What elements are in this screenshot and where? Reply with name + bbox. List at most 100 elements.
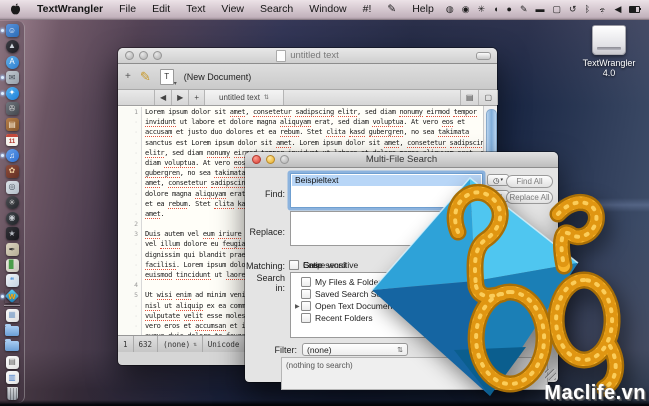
checkbox[interactable] [289, 260, 299, 270]
language-popup[interactable]: (none) ⇅ [158, 336, 203, 352]
checkbox-grep[interactable]: Grep [289, 260, 322, 270]
dock-item-installer-doc[interactable]: ▤ [2, 355, 22, 369]
dock-item-finder[interactable]: ☺ [1, 24, 22, 38]
editor-line-text: accusam et justo duo dolores et ea rebum… [145, 128, 469, 138]
close-button[interactable] [125, 51, 134, 60]
editor-line-text: sanctus est Lorem ipsum dolor sit amet. … [145, 138, 489, 148]
dock-item-image-file[interactable]: ▦ [2, 308, 22, 322]
menu-extra-6-icon[interactable]: ✎ [516, 0, 532, 19]
running-indicator [1, 29, 4, 33]
apple-menu[interactable] [0, 3, 29, 16]
editor-titlebar[interactable]: untitled text [118, 48, 497, 64]
dock-item-documents-folder[interactable] [2, 323, 22, 338]
zoom-button[interactable] [280, 155, 289, 164]
menu-extra-3-icon[interactable]: ✳ [474, 0, 490, 19]
editor-line-text [142, 280, 145, 290]
dock-item-messages[interactable]: ❝ [2, 274, 22, 288]
menu-clock[interactable]: Mi. 10:35 [644, 0, 649, 21]
volume-icon[interactable]: ◀ [611, 0, 626, 19]
editor-line[interactable]: · accusam et justo duo dolores et ea rebu… [118, 127, 484, 138]
toolbar-toggle-button[interactable] [476, 52, 491, 60]
search-titlebar[interactable]: Multi-File Search [245, 152, 558, 168]
line-number: · [118, 168, 142, 179]
counterpart-button[interactable]: ▢ [478, 90, 498, 105]
menu-help[interactable]: Help [404, 0, 442, 19]
menu-view[interactable]: View [213, 0, 252, 19]
dock-item-readme-doc[interactable]: ▥ [2, 371, 22, 385]
menu-file[interactable]: File [111, 0, 144, 19]
dock-item-trash[interactable] [2, 386, 22, 401]
dvd-player-icon: ◉ [5, 211, 19, 225]
document-proxy-icon[interactable] [276, 49, 287, 62]
editor-line[interactable]: · invidunt ut labore et dolore magna aliq… [118, 117, 484, 128]
menu-window[interactable]: Window [301, 0, 354, 19]
checkbox[interactable] [301, 301, 311, 311]
checkbox[interactable] [301, 289, 311, 299]
dock-item-imovie[interactable]: ★ [2, 227, 22, 241]
image-file-icon: ▦ [5, 308, 19, 322]
document-proxy-button[interactable]: T ▾ [159, 68, 177, 87]
time-machine-icon[interactable]: ↺ [565, 0, 581, 19]
new-tab-button[interactable]: + [188, 90, 205, 105]
checkbox[interactable] [301, 313, 311, 323]
disclosure-triangle-icon[interactable]: ▶ [295, 303, 300, 310]
menu-edit[interactable]: Edit [144, 0, 178, 19]
menu-shebang[interactable]: #! [355, 0, 380, 19]
display-icon[interactable]: ▬ [532, 0, 549, 19]
dock-item-numbers[interactable]: ▊ [2, 258, 22, 272]
dock-item-downloads-folder[interactable] [2, 339, 22, 354]
tab-stepper-icon[interactable]: ⇅ [264, 94, 269, 101]
line-number: 1 [118, 107, 142, 118]
language-stepper-icon: ⇅ [193, 340, 197, 348]
minimize-button[interactable] [139, 51, 148, 60]
forward-button[interactable]: ▶ [171, 90, 190, 105]
zoom-button[interactable] [153, 51, 162, 60]
tab-untitled-text[interactable]: untitled text ⇅ [203, 90, 284, 105]
close-button[interactable] [252, 155, 261, 164]
line-number: · [118, 310, 142, 321]
wifi-icon[interactable] [597, 5, 607, 14]
editor-line[interactable]: · sanctus est Lorem ipsum dolor sit amet.… [118, 137, 488, 148]
dock-item-mail[interactable]: ✉ [1, 71, 22, 85]
menu-extra-4-icon[interactable]: ◖ [489, 0, 502, 19]
dock-item-iphoto[interactable]: ✿ [2, 164, 22, 179]
back-button[interactable]: ◀ [154, 90, 173, 105]
dock-item-video-camera[interactable]: ✇ [2, 102, 22, 116]
dock-item-dvd-player[interactable]: ◉ [2, 211, 22, 226]
menu-scripts[interactable]: ✎ [379, 0, 404, 19]
dock-item-pages[interactable]: ✒ [2, 243, 22, 257]
dock-item-contacts[interactable]: ▤ [2, 118, 22, 132]
scrollbar-thumb[interactable] [485, 109, 497, 157]
menu-extra-2-icon[interactable]: ◉ [458, 0, 474, 19]
dock-item-safari[interactable]: ✦ [1, 86, 22, 101]
editor-line-text [142, 219, 145, 229]
dock-item-app-store[interactable]: A [2, 55, 22, 69]
monitor-icon[interactable]: ▢ [549, 0, 566, 19]
editor-line-text: invidunt ut labore et dolore magna aliqu… [145, 118, 465, 128]
editor-line[interactable]: 1 Lorem ipsum dolor sit amet, consetetur … [118, 107, 484, 118]
battery-icon[interactable] [629, 5, 641, 14]
dock-item-textwrangler[interactable]: w [1, 289, 22, 304]
itunes-icon: ♫ [5, 149, 19, 163]
dock-item-color-wheel[interactable]: ✳ [2, 196, 22, 210]
desktop-icon-textwrangler-disk[interactable]: TextWrangler 4.0 [576, 25, 642, 79]
dock-item-launchpad[interactable]: ▲ [2, 39, 22, 54]
line-number: 4 [118, 280, 142, 291]
editor-window-title: untitled text [290, 50, 339, 61]
running-indicator [1, 91, 4, 95]
minimize-button[interactable] [266, 155, 275, 164]
dock-item-calendar[interactable]: 11 [2, 133, 22, 147]
bluetooth-icon[interactable]: ᛒ [581, 0, 594, 19]
menu-extra-5-icon[interactable]: ● [503, 0, 516, 19]
dock-item-preview[interactable]: ◎ [2, 180, 22, 194]
menu-extra-1-icon[interactable]: ◍ [442, 0, 458, 19]
textwrangler-app-icon[interactable] [358, 168, 649, 406]
dock-item-itunes[interactable]: ♫ [1, 149, 22, 163]
sidebar-toggle-button[interactable]: + [118, 71, 135, 82]
launchpad-icon: ▲ [5, 39, 19, 53]
split-view-button[interactable]: ▤ [459, 90, 480, 105]
checkbox[interactable] [301, 277, 311, 287]
menu-textwrangler[interactable]: TextWrangler [29, 0, 111, 19]
menu-search[interactable]: Search [252, 0, 301, 19]
menu-text[interactable]: Text [178, 0, 213, 19]
